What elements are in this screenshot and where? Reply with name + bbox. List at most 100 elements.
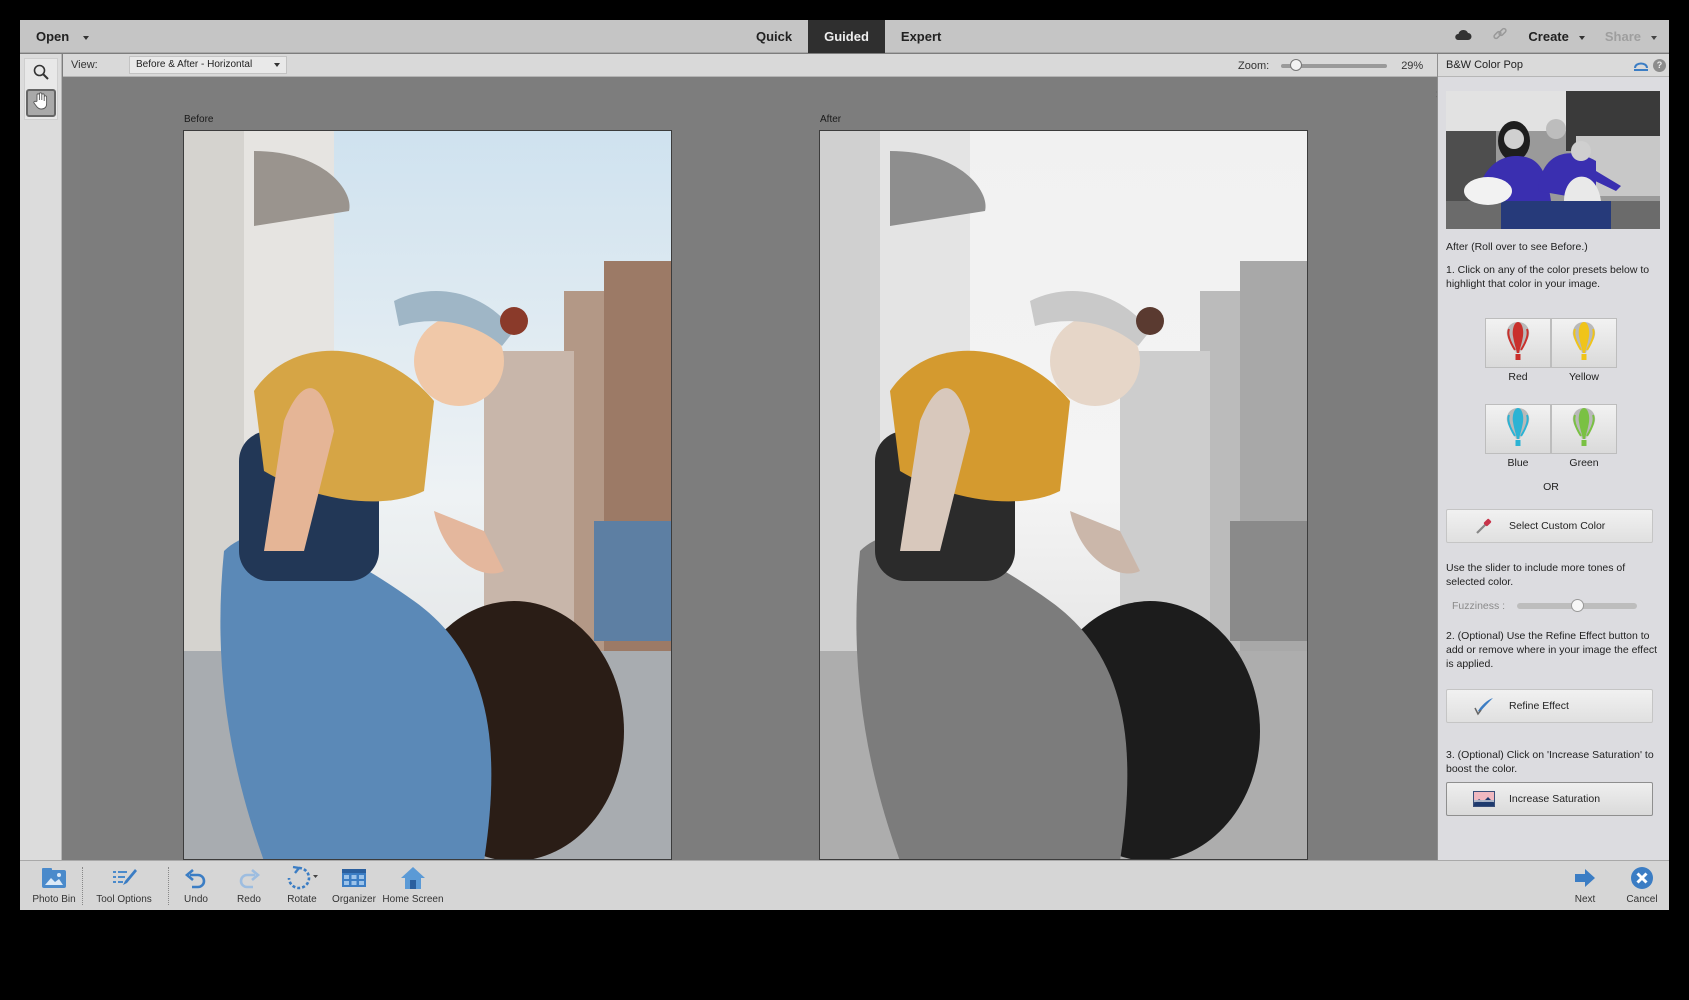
yellow-balloon-icon — [1571, 320, 1597, 367]
redo-label: Redo — [237, 894, 261, 905]
magnifier-icon — [32, 63, 50, 86]
home-icon — [400, 865, 426, 891]
rotate-icon — [285, 865, 319, 891]
canvas-area: Before After — [63, 78, 1456, 880]
refine-effect-label: Refine Effect — [1509, 700, 1569, 712]
step3-instructions: 3. (Optional) Click on 'Increase Saturat… — [1446, 749, 1654, 775]
undo-label: Undo — [184, 894, 208, 905]
create-label: Create — [1528, 29, 1569, 44]
redo-button[interactable]: Redo — [225, 865, 273, 909]
preset-blue-button[interactable] — [1485, 404, 1551, 454]
home-screen-label: Home Screen — [382, 894, 444, 905]
slider-hint: Use the slider to include more tones of … — [1446, 562, 1626, 588]
cloud-icon[interactable] — [1454, 28, 1472, 46]
tool-options-icon — [111, 865, 137, 891]
cancel-button[interactable]: Cancel — [1620, 865, 1664, 909]
photo-bin-icon — [41, 865, 67, 891]
fuzziness-slider[interactable] — [1517, 599, 1638, 612]
example-thumbnail[interactable] — [1446, 91, 1660, 229]
green-balloon-icon — [1571, 406, 1597, 453]
link-icon[interactable] — [1492, 26, 1508, 47]
zoom-slider[interactable] — [1281, 58, 1388, 71]
panel-title: B&W Color Pop — [1446, 59, 1524, 71]
redo-icon — [237, 865, 261, 891]
help-icon[interactable]: ? — [1653, 59, 1666, 72]
tab-quick[interactable]: Quick — [740, 20, 808, 53]
preset-yellow-label: Yellow — [1569, 371, 1599, 383]
reset-icon[interactable] — [1633, 58, 1649, 77]
preset-yellow-button[interactable] — [1551, 318, 1617, 368]
or-label: OR — [1543, 481, 1559, 493]
fuzziness-control: Fuzziness : — [1446, 598, 1662, 614]
tool-group — [24, 58, 58, 120]
chevron-down-icon — [83, 35, 90, 40]
before-image[interactable] — [183, 130, 672, 860]
tab-guided[interactable]: Guided — [808, 20, 885, 53]
after-caption: After (Roll over to see Before.) — [1446, 241, 1588, 253]
arrow-right-icon — [1573, 865, 1597, 891]
zoom-slider-thumb[interactable] — [1290, 58, 1302, 71]
fuzziness-slider-thumb[interactable] — [1570, 599, 1584, 612]
zoom-control: Zoom: 29% — [1238, 54, 1423, 77]
hand-tool[interactable] — [26, 89, 56, 117]
top-right-actions: Create Share — [1454, 20, 1657, 53]
eyedropper-icon — [1471, 516, 1497, 536]
zoom-label: Zoom: — [1238, 59, 1270, 72]
photo-bin-label: Photo Bin — [32, 894, 76, 905]
bottom-taskbar: Photo Bin Tool Options Undo Redo Rotate … — [20, 860, 1669, 910]
preset-green-button[interactable] — [1551, 404, 1617, 454]
divider — [168, 867, 169, 905]
panel-header: B&W Color Pop ? — [1438, 54, 1669, 77]
share-menu[interactable]: Share — [1605, 29, 1657, 44]
create-menu[interactable]: Create — [1528, 29, 1585, 44]
brush-icon — [1471, 696, 1497, 716]
organizer-label: Organizer — [332, 894, 376, 905]
preset-green-label: Green — [1569, 457, 1599, 469]
photoshop-elements-window: Open Quick Guided Expert Create Share Vi… — [20, 20, 1669, 910]
organizer-icon — [341, 865, 367, 891]
photo-bin-button[interactable]: Photo Bin — [28, 865, 80, 909]
red-balloon-icon — [1505, 320, 1531, 367]
hand-icon — [32, 91, 50, 116]
tool-strip — [20, 54, 62, 880]
tool-options-label: Tool Options — [96, 894, 152, 905]
undo-icon — [184, 865, 208, 891]
undo-button[interactable]: Undo — [172, 865, 220, 909]
blue-balloon-icon — [1505, 406, 1531, 453]
chevron-down-icon — [1651, 35, 1657, 40]
cancel-label: Cancel — [1626, 894, 1658, 905]
chevron-down-icon — [274, 63, 280, 67]
mode-tabs: Quick Guided Expert — [740, 20, 957, 53]
select-custom-color-label: Select Custom Color — [1509, 520, 1606, 532]
open-label: Open — [36, 29, 70, 44]
tool-options-button[interactable]: Tool Options — [84, 865, 164, 909]
refine-effect-button[interactable]: Refine Effect — [1446, 689, 1653, 723]
rotate-button[interactable]: Rotate — [278, 865, 326, 909]
after-image[interactable] — [819, 130, 1308, 860]
tab-expert[interactable]: Expert — [885, 20, 957, 53]
preset-red-button[interactable] — [1485, 318, 1551, 368]
next-label: Next — [1574, 894, 1596, 905]
zoom-tool[interactable] — [26, 60, 56, 88]
zoom-value: 29% — [1401, 59, 1424, 72]
increase-saturation-button[interactable]: Increase Saturation — [1446, 782, 1653, 816]
fuzziness-label: Fuzziness : — [1452, 600, 1506, 612]
increase-saturation-label: Increase Saturation — [1509, 793, 1601, 805]
share-label: Share — [1604, 29, 1641, 44]
view-select[interactable]: Before & After - Horizontal — [129, 56, 287, 74]
open-button[interactable]: Open — [36, 20, 90, 53]
preset-blue-label: Blue — [1507, 457, 1529, 469]
before-label: Before — [184, 114, 214, 125]
view-bar: View: Before & After - Horizontal Zoom: … — [63, 54, 1456, 77]
divider — [82, 867, 83, 905]
select-custom-color-button[interactable]: Select Custom Color — [1446, 509, 1653, 543]
view-label: View: — [71, 59, 98, 71]
organizer-button[interactable]: Organizer — [330, 865, 378, 909]
after-label: After — [820, 114, 842, 125]
top-menu-bar: Open Quick Guided Expert Create Share — [20, 20, 1669, 53]
step1-instructions: 1. Click on any of the color presets bel… — [1446, 264, 1650, 290]
preset-red-label: Red — [1508, 371, 1528, 383]
next-button[interactable]: Next — [1565, 865, 1605, 909]
saturation-image-icon — [1471, 791, 1497, 807]
home-screen-button[interactable]: Home Screen — [380, 865, 446, 909]
